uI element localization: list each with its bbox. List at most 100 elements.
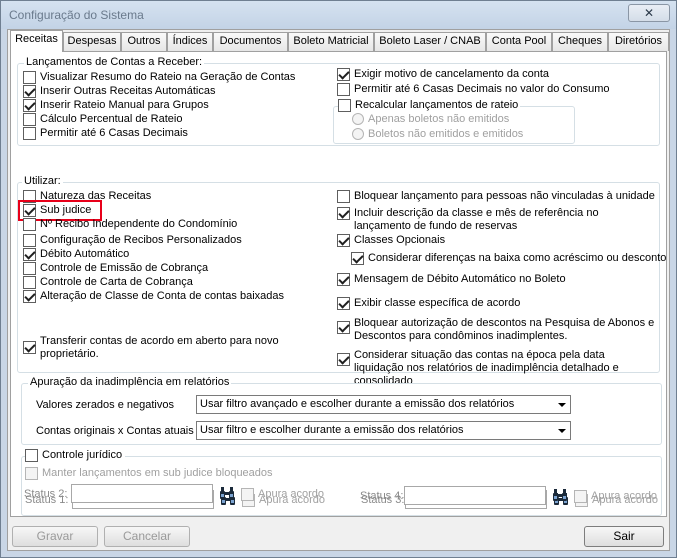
select-value: Usar filtro avançado e escolher durante …	[200, 398, 515, 410]
client-area: Receitas Despesas Outros Índices Documen…	[7, 29, 670, 551]
tab-boleto-laser-cnab[interactable]: Boleto Laser / CNAB	[374, 32, 486, 51]
checkbox-label: Controle jurídico	[42, 449, 123, 461]
checkbox-box[interactable]	[337, 321, 350, 334]
bloquear-descontos-checkbox[interactable]: Bloquear autorização de descontos na Pes…	[337, 317, 657, 343]
checkbox-box[interactable]	[23, 234, 36, 247]
checkbox-box[interactable]	[23, 127, 36, 140]
checkbox-box[interactable]	[337, 273, 350, 286]
classes-opcionais-checkbox[interactable]: Classes Opcionais	[337, 234, 445, 247]
contas-originais-select[interactable]: Usar filtro e escolher durante a emissão…	[196, 421, 571, 440]
checkbox-box[interactable]	[351, 252, 364, 265]
gravar-button[interactable]: Gravar	[12, 526, 98, 547]
checkbox-label: Alteração de Classe de Conta de contas b…	[40, 290, 284, 302]
emissao-cobranca-checkbox[interactable]: Controle de Emissão de Cobrança	[23, 262, 208, 275]
nao-emitidos-e-emitidos-radio[interactable]: Boletos não emitidos e emitidos	[352, 128, 523, 140]
recibos-personalizados-checkbox[interactable]: Configuração de Recibos Personalizados	[23, 234, 242, 247]
sair-button[interactable]: Sair	[584, 526, 664, 547]
close-button[interactable]: ✕	[628, 4, 670, 22]
window-title: Configuração do Sistema	[9, 8, 144, 22]
checkbox-label: Configuração de Recibos Personalizados	[40, 234, 242, 246]
checkbox-box[interactable]	[337, 234, 350, 247]
checkbox-box[interactable]	[337, 207, 350, 220]
mensagem-debito-checkbox[interactable]: Mensagem de Débito Automático no Boleto	[337, 273, 566, 286]
status-2-label: Status 2:	[24, 488, 68, 500]
checkbox-label: Cálculo Percentual de Rateio	[40, 113, 183, 125]
controle-juridico-checkbox[interactable]: Controle jurídico	[25, 449, 126, 462]
valores-zerados-select[interactable]: Usar filtro avançado e escolher durante …	[196, 395, 571, 414]
manter-sub-judice-checkbox[interactable]: Manter lançamentos em sub judice bloquea…	[25, 467, 273, 480]
binoculars-icon[interactable]	[216, 483, 238, 503]
checkbox-box[interactable]	[337, 83, 350, 96]
checkbox-box[interactable]	[23, 290, 36, 303]
radio-label: Boletos não emitidos e emitidos	[368, 128, 524, 140]
radio-dot[interactable]	[352, 128, 364, 140]
checkbox-label: Permitir até 6 Casas Decimais	[40, 127, 188, 139]
apenas-nao-emitidos-radio[interactable]: Apenas boletos não emitidos	[352, 113, 509, 125]
checkbox-label: Apura acordo	[258, 488, 325, 500]
checkbox-box[interactable]	[574, 490, 587, 503]
apura-acordo-4-checkbox[interactable]: Apura acordo	[574, 490, 657, 503]
radio-dot[interactable]	[352, 113, 364, 125]
recibo-independente-checkbox[interactable]: Nº Recibo Independente do Condomínio	[23, 218, 237, 231]
checkbox-box[interactable]	[23, 262, 36, 275]
checkbox-box[interactable]	[25, 449, 38, 462]
checkbox-box[interactable]	[337, 190, 350, 203]
checkbox-label: Inserir Rateio Manual para Grupos	[40, 99, 209, 111]
checkbox-box[interactable]	[23, 341, 36, 354]
tab-outros[interactable]: Outros	[121, 32, 167, 51]
visualizar-resumo-checkbox[interactable]: Visualizar Resumo do Rateio na Geração d…	[23, 71, 295, 84]
exibir-classe-acordo-checkbox[interactable]: Exibir classe específica de acordo	[337, 297, 520, 310]
checkbox-box[interactable]	[23, 99, 36, 112]
checkbox-box[interactable]	[337, 297, 350, 310]
checkbox-label: Controle de Carta de Cobrança	[40, 276, 193, 288]
tab-despesas[interactable]: Despesas	[63, 32, 121, 51]
recalcular-checkbox[interactable]: Recalcular lançamentos de rateio	[338, 99, 521, 112]
seis-casas-consumo-checkbox[interactable]: Permitir até 6 Casas Decimais no valor d…	[337, 83, 610, 96]
tab-documentos[interactable]: Documentos	[213, 32, 288, 51]
checkbox-label: Débito Automático	[40, 248, 130, 260]
close-icon: ✕	[643, 6, 655, 20]
checkbox-box[interactable]	[23, 113, 36, 126]
checkbox-label: Exigir motivo de cancelamento da conta	[354, 68, 550, 80]
incluir-descricao-checkbox[interactable]: Incluir descrição da classe e mês de ref…	[337, 207, 657, 233]
carta-cobranca-checkbox[interactable]: Controle de Carta de Cobrança	[23, 276, 193, 289]
checkbox-box[interactable]	[23, 276, 36, 289]
checkbox-box[interactable]	[338, 99, 351, 112]
status-4-label: Status 4:	[360, 490, 404, 502]
inserir-rateio-manual-checkbox[interactable]: Inserir Rateio Manual para Grupos	[23, 99, 209, 112]
checkbox-box[interactable]	[241, 488, 254, 501]
checkbox-box[interactable]	[337, 68, 350, 81]
tab-diretorios[interactable]: Diretórios	[608, 32, 669, 51]
inserir-outras-receitas-checkbox[interactable]: Inserir Outras Receitas Automáticas	[23, 85, 215, 98]
apura-acordo-2-checkbox[interactable]: Apura acordo	[241, 488, 324, 501]
alteracao-classe-checkbox[interactable]: Alteração de Classe de Conta de contas b…	[23, 290, 284, 303]
checkbox-box[interactable]	[25, 467, 38, 480]
checkbox-box[interactable]	[23, 218, 36, 231]
debito-automatico-checkbox[interactable]: Débito Automático	[23, 248, 129, 261]
binoculars-icon[interactable]	[549, 485, 571, 505]
tab-indices[interactable]: Índices	[167, 32, 213, 51]
exigir-motivo-checkbox[interactable]: Exigir motivo de cancelamento da conta	[337, 68, 549, 81]
tab-receitas[interactable]: Receitas	[10, 30, 63, 52]
checkbox-box[interactable]	[23, 85, 36, 98]
status-4-input[interactable]	[404, 486, 546, 505]
chevron-down-icon[interactable]	[554, 396, 570, 413]
tab-cheques[interactable]: Cheques	[552, 32, 608, 51]
tab-conta-pool[interactable]: Conta Pool	[486, 32, 552, 51]
considerar-diferencas-checkbox[interactable]: Considerar diferenças na baixa como acré…	[351, 252, 666, 265]
checkbox-box[interactable]	[337, 353, 350, 366]
bloquear-lancamento-checkbox[interactable]: Bloquear lançamento para pessoas não vin…	[337, 190, 655, 203]
transferir-contas-checkbox[interactable]: Transferir contas de acordo em aberto pa…	[23, 335, 303, 361]
seis-casas-decimais-checkbox[interactable]: Permitir até 6 Casas Decimais	[23, 127, 188, 140]
cancelar-button[interactable]: Cancelar	[104, 526, 190, 547]
checkbox-box[interactable]	[23, 248, 36, 261]
tab-boleto-matricial[interactable]: Boleto Matricial	[288, 32, 374, 51]
select-value: Usar filtro e escolher durante a emissão…	[200, 424, 464, 436]
status-2-input[interactable]	[71, 484, 213, 503]
calculo-percentual-checkbox[interactable]: Cálculo Percentual de Rateio	[23, 113, 182, 126]
checkbox-box[interactable]	[23, 71, 36, 84]
contas-originais-label: Contas originais x Contas atuais	[36, 425, 194, 437]
checkbox-label: Incluir descrição da classe e mês de ref…	[354, 207, 599, 232]
chevron-down-icon[interactable]	[554, 422, 570, 439]
checkbox-label: Nº Recibo Independente do Condomínio	[40, 218, 238, 230]
